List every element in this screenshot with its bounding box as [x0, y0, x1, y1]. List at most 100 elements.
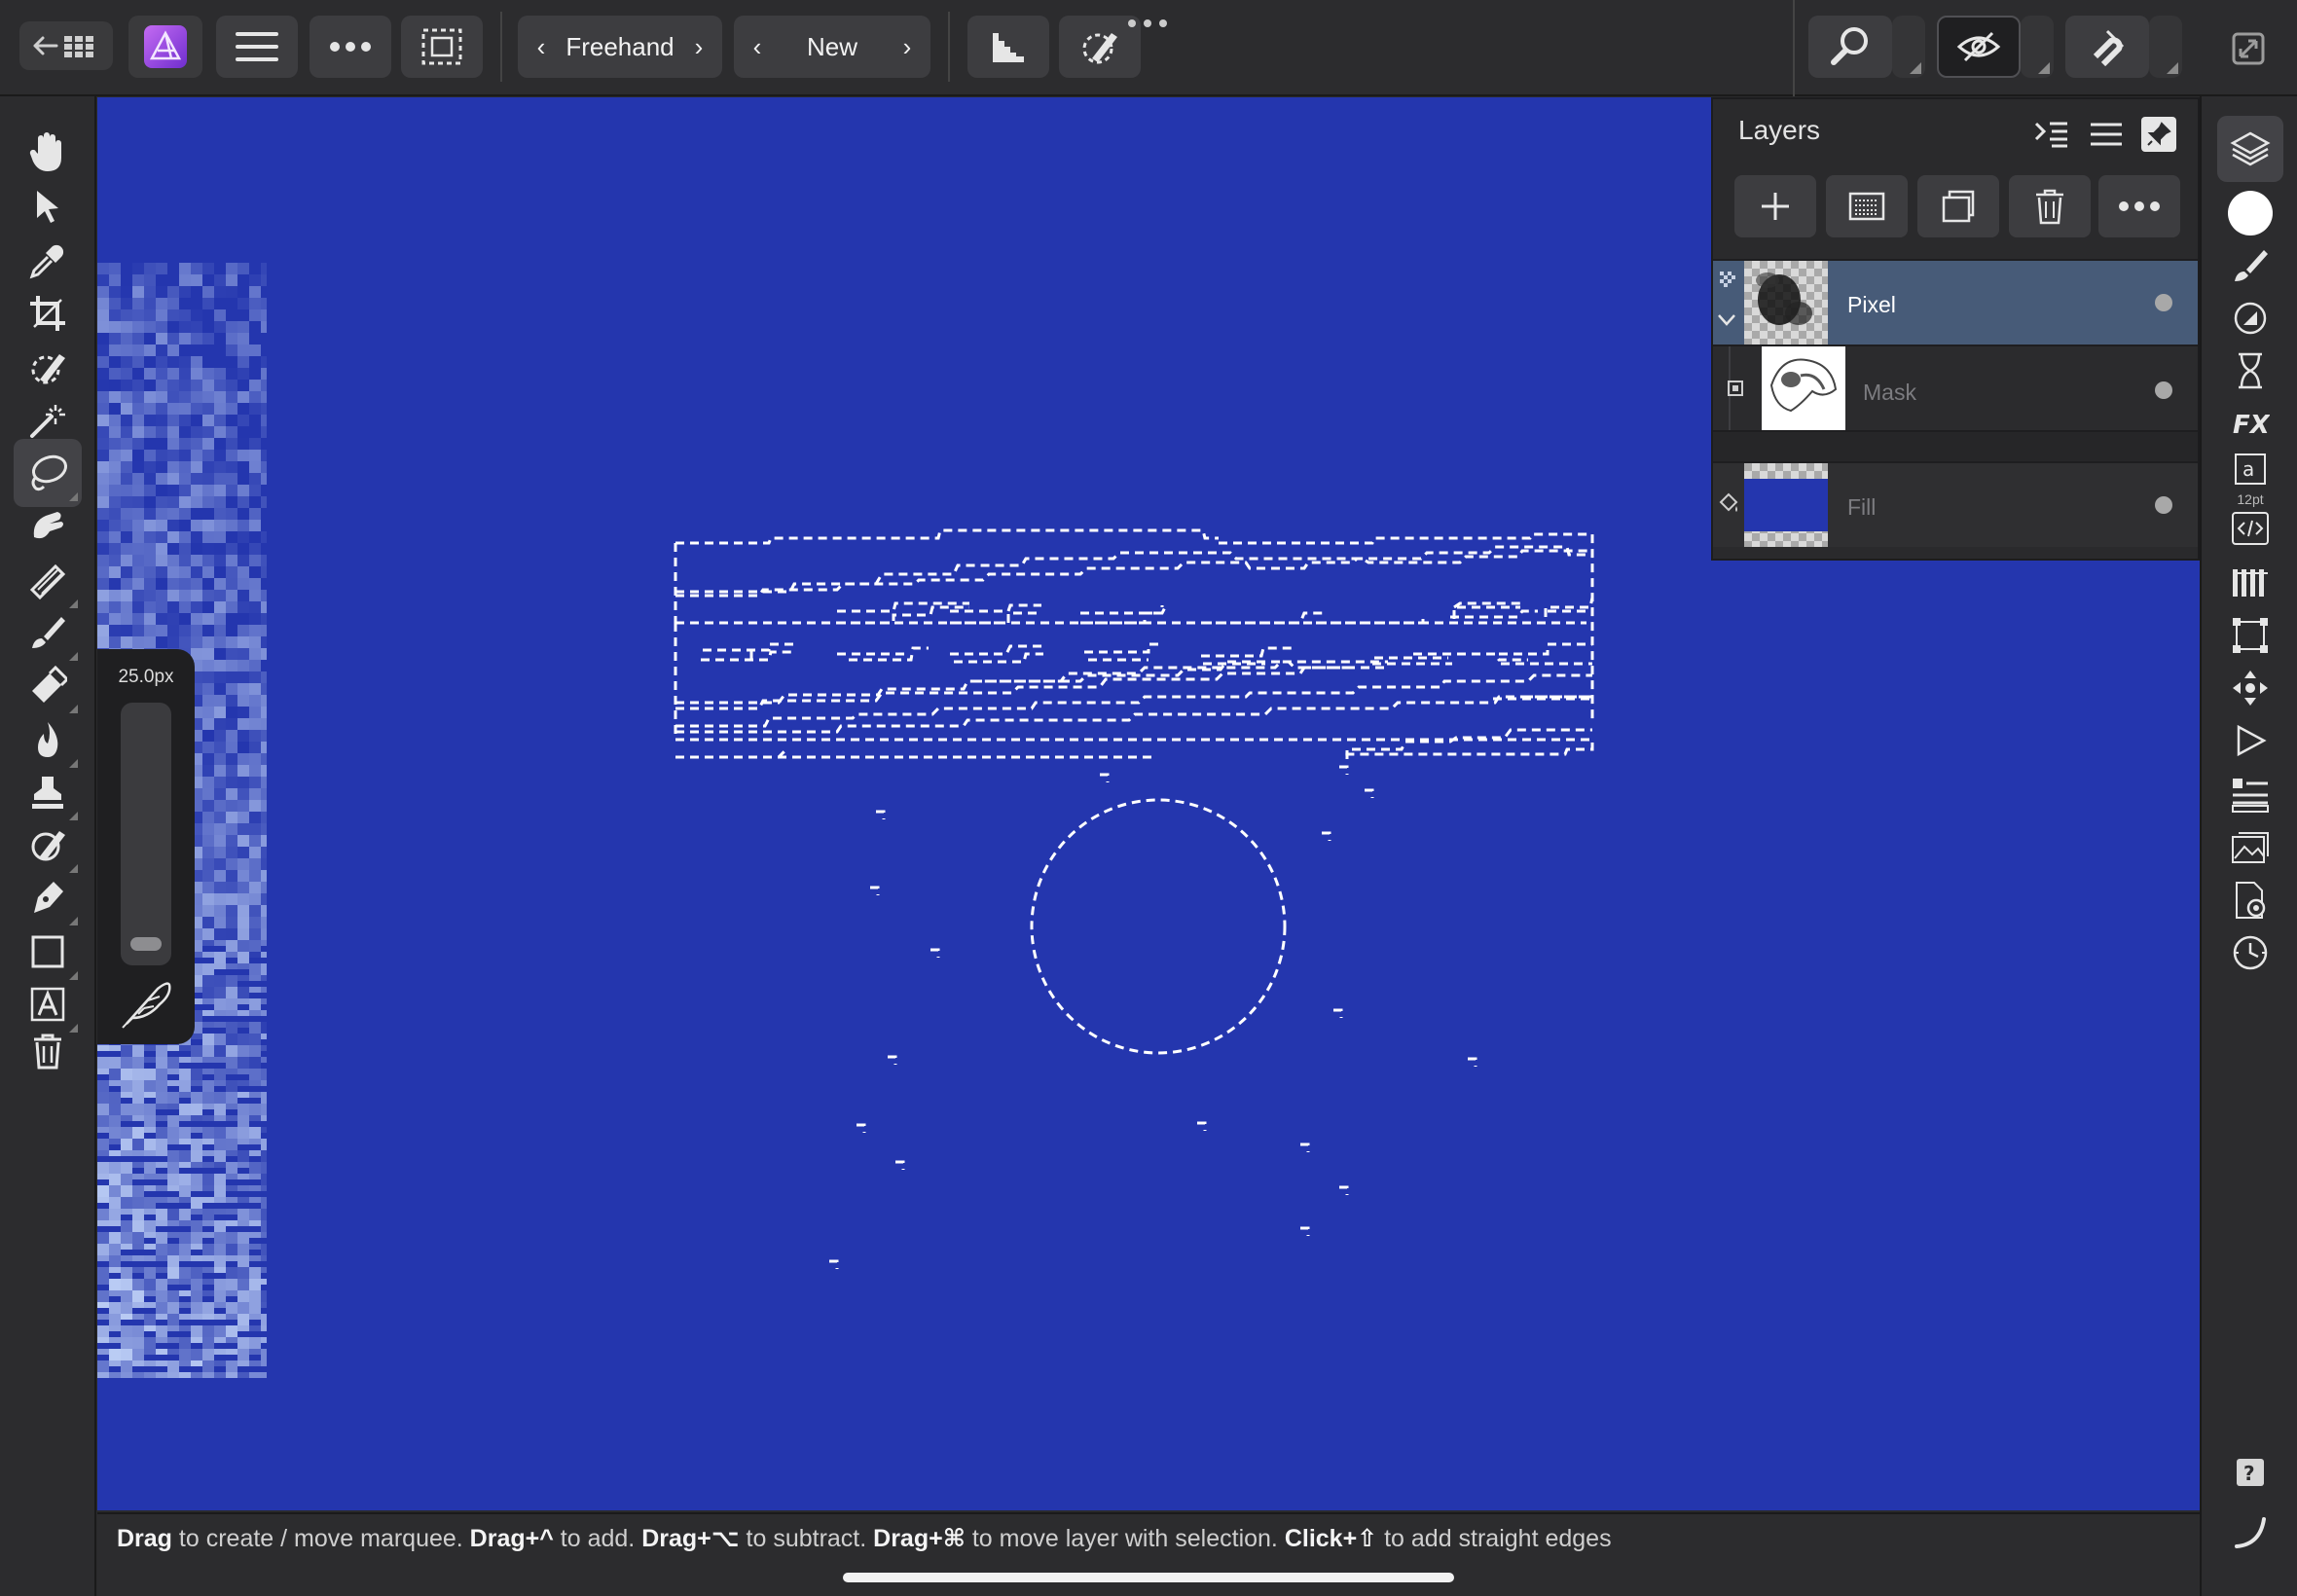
- plus-icon: [1762, 193, 1789, 220]
- hide-ui-button[interactable]: [1937, 16, 2021, 78]
- back-to-gallery-button[interactable]: [19, 21, 113, 70]
- refine-brush-icon: [1082, 33, 1117, 64]
- layer-group-spacer: [1713, 430, 2198, 461]
- paintbrush-icon: [32, 617, 65, 648]
- svg-text:a: a: [2242, 457, 2254, 481]
- marquee-icon: [421, 28, 462, 65]
- layer-options-button[interactable]: [2098, 175, 2180, 237]
- back-grid-icon: [33, 36, 93, 57]
- context-status-bar: Drag to create / move marquee. Drag+^ to…: [97, 1512, 2200, 1596]
- lasso-icon: [31, 454, 67, 491]
- layers-studio-button[interactable]: [2217, 116, 2283, 182]
- flame-icon: [38, 722, 58, 757]
- move-arrows-icon: [2233, 671, 2268, 706]
- fx-icon: FX: [2233, 411, 2270, 440]
- svg-text:?: ?: [2243, 1462, 2255, 1485]
- photo-stack-icon: [2232, 832, 2269, 863]
- snapping-button[interactable]: [2065, 16, 2149, 78]
- feather-icon[interactable]: [119, 975, 173, 1034]
- panel-menu-icon[interactable]: [2085, 113, 2128, 156]
- chevron-left-icon[interactable]: ‹: [531, 32, 551, 62]
- overflow-dots-icon[interactable]: [1127, 16, 1170, 33]
- play-icon: [2237, 724, 2267, 757]
- ellipsis-icon: [2119, 201, 2160, 211]
- antialias-toggle-button[interactable]: [967, 16, 1049, 78]
- channels-icon: [2233, 569, 2268, 597]
- fill-layer-icon: [1717, 490, 1740, 519]
- selection-options-button[interactable]: [401, 16, 483, 78]
- info-list-icon: [2232, 779, 2269, 813]
- snapping-dropdown[interactable]: [2149, 16, 2182, 78]
- fullscreen-icon[interactable]: [2231, 31, 2266, 71]
- selection-type-stepper[interactable]: ‹ Freehand ›: [518, 16, 722, 78]
- layer-row-pixel[interactable]: Pixel: [1713, 259, 2198, 345]
- eraser-icon: [32, 666, 67, 703]
- add-mask-button[interactable]: [1826, 175, 1908, 237]
- hide-ui-dropdown[interactable]: [2021, 16, 2054, 78]
- layers-panel-title: Layers: [1738, 115, 1821, 145]
- layers-panel: Layers Pixel Mask Fill: [1711, 97, 2200, 561]
- crop-icon: [30, 296, 65, 331]
- view-zoom-dropdown[interactable]: [1892, 16, 1925, 78]
- trash-icon: [34, 1034, 61, 1070]
- layer-type-pixel-icon: [1719, 271, 1736, 295]
- view-zoom-button[interactable]: [1808, 16, 1892, 78]
- mask-icon: [1848, 192, 1885, 221]
- brush-width-slider[interactable]: [121, 703, 171, 965]
- hamburger-menu-icon: [236, 32, 278, 61]
- affinity-photo-menu-button[interactable]: [128, 16, 202, 78]
- smudge-hand-icon: [33, 512, 63, 539]
- rectangle-icon: [31, 935, 64, 968]
- more-options-button[interactable]: [310, 16, 391, 78]
- tools-panel: [0, 96, 96, 1596]
- toolbar-separator: [500, 12, 502, 82]
- layer-visibility-toggle[interactable]: [2155, 294, 2172, 311]
- selection-mode-stepper[interactable]: ‹ New ›: [734, 16, 930, 78]
- chevron-right-icon[interactable]: ›: [897, 32, 917, 62]
- expand-chevron-icon[interactable]: [1717, 313, 1736, 332]
- document-menu-button[interactable]: [216, 16, 298, 78]
- layers-icon: [2230, 131, 2271, 166]
- add-layer-button[interactable]: [1734, 175, 1816, 237]
- mask-link-icon: [1727, 380, 1744, 402]
- layer-name: Mask: [1863, 380, 1916, 405]
- svg-text:FX: FX: [2233, 411, 2270, 440]
- delete-button[interactable]: [14, 1017, 82, 1085]
- affinity-photo-logo-icon: [144, 25, 187, 68]
- delete-layer-button[interactable]: [2009, 175, 2091, 237]
- layer-row-mask[interactable]: Mask: [1713, 345, 2198, 453]
- clock-gear-icon: [2233, 935, 2268, 970]
- healing-brush-icon: [31, 831, 65, 861]
- staircase-icon: [993, 33, 1024, 62]
- status-hint-text: Drag to create / move marquee. Drag+^ to…: [117, 1525, 1612, 1552]
- layer-visibility-toggle[interactable]: [2155, 381, 2172, 399]
- selection-type-label: Freehand: [565, 31, 675, 61]
- layer-row-fill[interactable]: Fill: [1713, 461, 2198, 547]
- transform-box-icon: [2233, 618, 2268, 653]
- help-button[interactable]: ?: [2217, 1439, 2283, 1505]
- duplicate-layer-button[interactable]: [1917, 175, 1999, 237]
- magic-wand-icon: [30, 405, 65, 438]
- layer-visibility-toggle[interactable]: [2155, 496, 2172, 514]
- home-indicator[interactable]: [843, 1573, 1454, 1582]
- brush-icon: [2235, 250, 2268, 281]
- stamp-icon: [32, 777, 63, 809]
- code-icon: [2232, 512, 2269, 545]
- quick-menu-button[interactable]: [2217, 1498, 2283, 1564]
- pin-panel-icon[interactable]: [2141, 117, 2176, 152]
- chevron-right-icon[interactable]: ›: [689, 32, 709, 62]
- magnet-icon: [2093, 29, 2125, 66]
- mask-layer-thumbnail: [1762, 346, 1845, 430]
- document-gear-icon: [2236, 882, 2266, 919]
- toolbar-separator: [948, 12, 950, 82]
- preferences-button[interactable]: [2217, 920, 2283, 986]
- hourglass-icon: [2239, 352, 2262, 389]
- duplicate-icon: [1942, 190, 1975, 223]
- studio-bar: FX a 12pt ?: [2200, 96, 2297, 1596]
- arrow-pointer-icon: [37, 191, 58, 223]
- brush-width-slider-thumb[interactable]: [130, 937, 162, 951]
- collapse-panel-icon[interactable]: [2030, 113, 2073, 156]
- layer-name: Fill: [1847, 494, 1877, 520]
- chevron-left-icon[interactable]: ‹: [747, 32, 767, 62]
- pen-nib-icon: [34, 882, 63, 913]
